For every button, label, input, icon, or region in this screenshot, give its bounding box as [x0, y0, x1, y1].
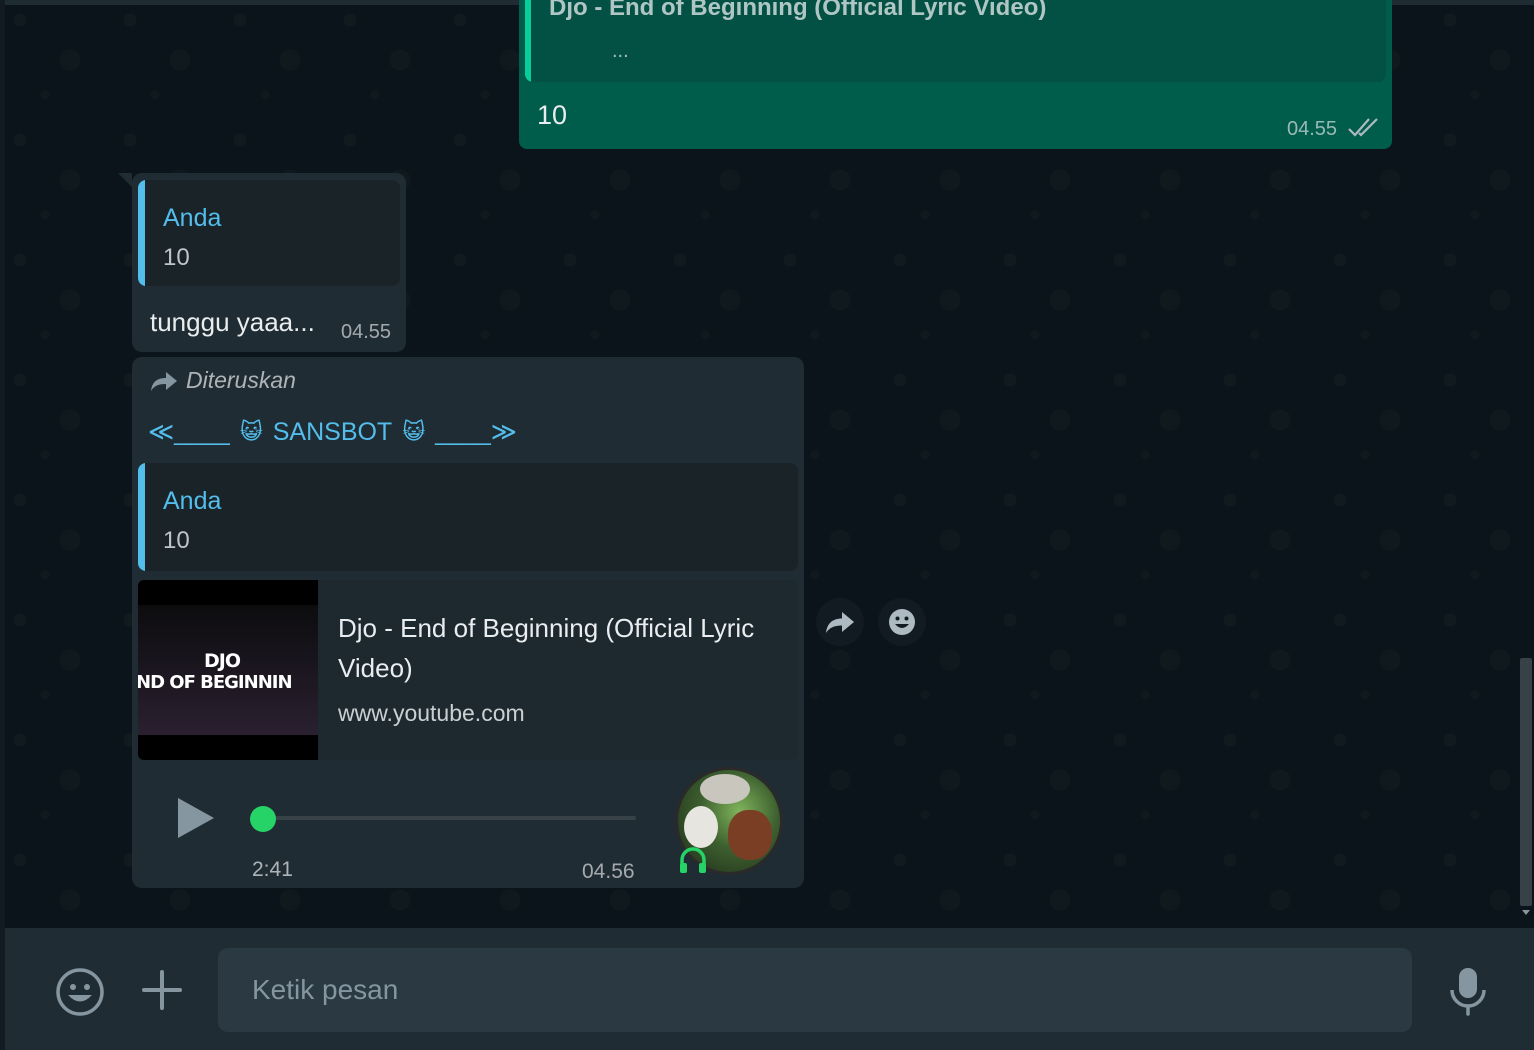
avatar-figure [700, 774, 750, 804]
header-left-decoration: ≪____ [148, 418, 230, 446]
incoming-forwarded-message[interactable]: Diteruskan ≪____ 😺 SANSBOT 😺 ____≫ Anda … [132, 357, 804, 888]
quote-bar [138, 180, 145, 286]
message-text: tunggu yaaa... [150, 307, 315, 337]
forwarded-text: Diteruskan [186, 367, 296, 393]
video-thumbnail[interactable]: DJO ND OF BEGINNIN [138, 580, 318, 760]
attach-plus-icon[interactable] [140, 968, 184, 1012]
message-text: 10 [537, 100, 568, 130]
microphone-icon[interactable] [1446, 966, 1490, 1016]
forward-arrow-icon [151, 371, 177, 391]
message-time: 04.56 [582, 860, 635, 883]
thumbnail-text: DJO [204, 650, 241, 672]
quote-ellipsis: ... [612, 40, 629, 62]
quote-author: Anda [163, 204, 222, 232]
forward-button[interactable] [816, 598, 864, 646]
quote-bar [525, 0, 531, 82]
double-check-icon [1348, 118, 1378, 137]
link-url[interactable]: www.youtube.com [338, 700, 525, 727]
audio-progress-knob[interactable] [250, 806, 276, 832]
quote-text: 10 [163, 244, 190, 271]
quoted-link-preview[interactable]: Djo - End of Beginning (Official Lyric V… [525, 0, 1386, 82]
chat-area: Djo - End of Beginning (Official Lyric V… [0, 0, 1534, 928]
cat-emoji-icon: 😺 [402, 419, 426, 444]
quoted-message[interactable]: Anda 10 [138, 463, 798, 571]
audio-progress-track[interactable] [265, 816, 636, 820]
thumbnail-text: ND OF BEGINNIN [138, 672, 293, 693]
avatar-figure [728, 810, 772, 860]
bot-header: ≪____ 😺 SANSBOT 😺 ____≫ [148, 417, 517, 447]
forward-icon [826, 612, 854, 633]
incoming-message[interactable]: Anda 10 tunggu yaaa... 04.55 [118, 173, 406, 352]
headphones-icon [680, 847, 706, 873]
quote-text: 10 [163, 527, 190, 554]
emoji-picker-icon[interactable] [54, 966, 106, 1018]
header-right-decoration: ____≫ [435, 418, 517, 446]
emoji-icon [889, 609, 915, 635]
scroll-down-arrow-icon[interactable] [1522, 910, 1530, 915]
forwarded-label: Diteruskan [150, 367, 296, 394]
bot-name: SANSBOT [272, 417, 393, 446]
quote-bar [138, 463, 145, 571]
pane-divider [0, 0, 5, 928]
cat-emoji-icon: 😺 [239, 419, 263, 444]
voice-message-player: 2:41 04.56 [132, 762, 804, 888]
quote-title: Djo - End of Beginning (Official Lyric V… [549, 0, 1047, 21]
link-title[interactable]: Djo - End of Beginning (Official Lyric V… [338, 608, 788, 688]
react-button[interactable] [878, 598, 926, 646]
message-time: 04.55 [341, 321, 392, 343]
message-hover-actions [816, 598, 926, 646]
audio-duration: 2:41 [252, 858, 293, 881]
avatar-figure [684, 806, 718, 848]
quoted-message[interactable]: Anda 10 [138, 180, 400, 286]
pane-divider [0, 928, 5, 1050]
link-preview-card[interactable]: DJO ND OF BEGINNIN Djo - End of Beginnin… [138, 580, 798, 760]
scrollbar-thumb[interactable] [1520, 658, 1532, 906]
message-composer [0, 928, 1534, 1050]
quote-author: Anda [163, 487, 222, 515]
play-icon[interactable] [174, 794, 218, 842]
message-time: 04.55 [1287, 118, 1338, 140]
message-input[interactable] [218, 948, 1412, 1032]
outgoing-message[interactable]: Djo - End of Beginning (Official Lyric V… [519, 0, 1392, 149]
